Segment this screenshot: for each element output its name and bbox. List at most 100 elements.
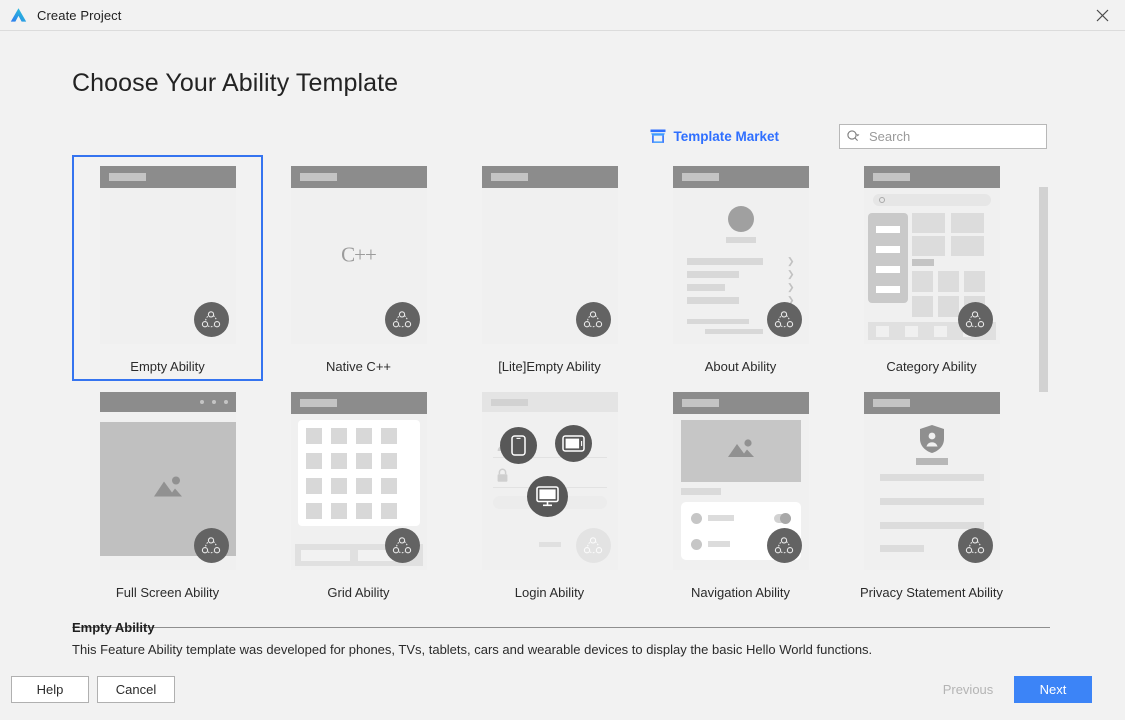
lock-icon xyxy=(496,468,509,488)
template-grid: Empty Ability C++ Native C++ [Lite]Empty… xyxy=(72,155,1052,607)
template-thumbnail xyxy=(863,166,1000,344)
navigation-section-label xyxy=(680,488,721,495)
privacy-title-bar xyxy=(915,458,948,465)
about-row xyxy=(686,297,739,304)
thumb-topbar xyxy=(863,392,1000,414)
template-thumbnail: C++ xyxy=(290,166,427,344)
about-row xyxy=(686,258,763,265)
previous-button[interactable]: Previous xyxy=(929,676,1007,703)
search-input[interactable] xyxy=(867,127,1040,145)
thumb-topbar xyxy=(99,392,236,412)
template-label: [Lite]Empty Ability xyxy=(498,359,601,374)
distributed-icon xyxy=(766,528,802,563)
template-card-navigation-ability[interactable]: Navigation Ability xyxy=(645,381,836,607)
thumb-topbar xyxy=(672,392,809,414)
thumb-topbar xyxy=(290,392,427,414)
cancel-button[interactable]: Cancel xyxy=(97,676,175,703)
privacy-text-line xyxy=(879,474,984,481)
close-icon[interactable] xyxy=(1079,0,1125,31)
distributed-icon xyxy=(766,302,802,337)
template-market-label: Template Market xyxy=(673,128,779,144)
search-dropdown-icon xyxy=(846,129,861,144)
image-placeholder-icon xyxy=(726,437,756,465)
description-title: Empty Ability xyxy=(72,620,155,635)
description-separator xyxy=(72,627,1050,628)
avatar xyxy=(727,206,754,232)
thumb-topbar xyxy=(672,166,809,188)
template-thumbnail xyxy=(481,166,618,344)
shop-icon xyxy=(650,129,666,144)
distributed-icon xyxy=(193,302,229,337)
thumb-topbar xyxy=(99,166,236,188)
template-label: Full Screen Ability xyxy=(115,585,220,600)
distributed-icon xyxy=(193,528,229,563)
help-button[interactable]: Help xyxy=(11,676,89,703)
template-grid-viewport: Empty Ability C++ Native C++ [Lite]Empty… xyxy=(72,155,1052,627)
phone-device-icon xyxy=(499,427,537,464)
distributed-icon xyxy=(957,528,993,563)
thumb-strip xyxy=(99,412,236,422)
window-title: Create Project xyxy=(37,7,122,23)
template-label: Empty Ability xyxy=(130,359,205,374)
template-thumbnail: ❯ ❯ ❯ ❯ xyxy=(672,166,809,344)
template-label: Grid Ability xyxy=(327,585,390,600)
search-icon xyxy=(878,197,885,203)
template-card-category-ability[interactable]: Category Ability xyxy=(836,155,1027,381)
chevron-right-icon: ❯ xyxy=(786,256,795,266)
template-card-full-screen-ability[interactable]: Full Screen Ability xyxy=(72,381,263,607)
template-card-about-ability[interactable]: ❯ ❯ ❯ ❯ About Ability xyxy=(645,155,836,381)
tablet-device-icon xyxy=(554,425,592,462)
template-card-privacy-statement-ability[interactable]: Privacy Statement Ability xyxy=(836,381,1027,607)
template-label: Category Ability xyxy=(886,359,977,374)
template-thumbnail xyxy=(99,392,236,570)
about-footer-line xyxy=(686,319,749,324)
template-card-lite-empty-ability[interactable]: [Lite]Empty Ability xyxy=(454,155,645,381)
distributed-icon xyxy=(575,302,611,337)
shield-person-icon xyxy=(919,424,945,459)
toolbar: Template Market xyxy=(72,123,1047,149)
template-label: Privacy Statement Ability xyxy=(859,585,1004,600)
template-thumbnail xyxy=(863,392,1000,570)
template-grid-scrollbar-track[interactable] xyxy=(1039,155,1050,627)
thumb-topbar xyxy=(481,392,618,412)
about-name-bar xyxy=(725,237,756,243)
template-card-empty-ability[interactable]: Empty Ability xyxy=(72,155,263,381)
template-market-link[interactable]: Template Market xyxy=(650,129,779,144)
search-box[interactable] xyxy=(839,123,1047,149)
template-thumbnail xyxy=(672,392,809,570)
image-placeholder xyxy=(680,420,801,482)
grid-panel xyxy=(297,420,420,526)
thumb-topbar xyxy=(481,166,618,188)
thumb-topbar xyxy=(863,166,1000,188)
page-title: Choose Your Ability Template xyxy=(72,69,399,97)
about-row xyxy=(686,271,739,278)
login-footer-bar xyxy=(538,542,561,547)
chevron-right-icon: ❯ xyxy=(786,282,795,292)
template-label: About Ability xyxy=(704,359,777,374)
template-label: Login Ability xyxy=(514,585,585,600)
template-grid-scrollbar-thumb[interactable] xyxy=(1039,187,1048,392)
template-card-native-cpp[interactable]: C++ Native C++ xyxy=(263,155,454,381)
distributed-icon xyxy=(384,302,420,337)
cpp-mark: C++ xyxy=(341,242,377,267)
privacy-text-line xyxy=(879,522,984,529)
template-thumbnail xyxy=(481,392,618,570)
category-search-pill xyxy=(872,194,991,206)
distributed-icon xyxy=(384,528,420,563)
privacy-text-line xyxy=(879,545,924,552)
template-card-login-ability[interactable]: Login Ability xyxy=(454,381,645,607)
tv-device-icon xyxy=(526,476,568,517)
template-thumbnail xyxy=(290,392,427,570)
template-label: Native C++ xyxy=(325,359,392,374)
deveco-logo-icon xyxy=(9,6,28,25)
window-titlebar: Create Project xyxy=(0,0,1125,31)
dialog-footer: Help Cancel Previous Next xyxy=(0,664,1125,720)
privacy-text-line xyxy=(879,498,984,505)
about-row xyxy=(686,284,725,291)
next-button[interactable]: Next xyxy=(1014,676,1092,703)
template-thumbnail xyxy=(99,166,236,344)
image-placeholder-icon xyxy=(151,474,185,505)
chevron-right-icon: ❯ xyxy=(786,269,795,279)
template-card-grid-ability[interactable]: Grid Ability xyxy=(263,381,454,607)
description-body: This Feature Ability template was develo… xyxy=(72,642,873,657)
